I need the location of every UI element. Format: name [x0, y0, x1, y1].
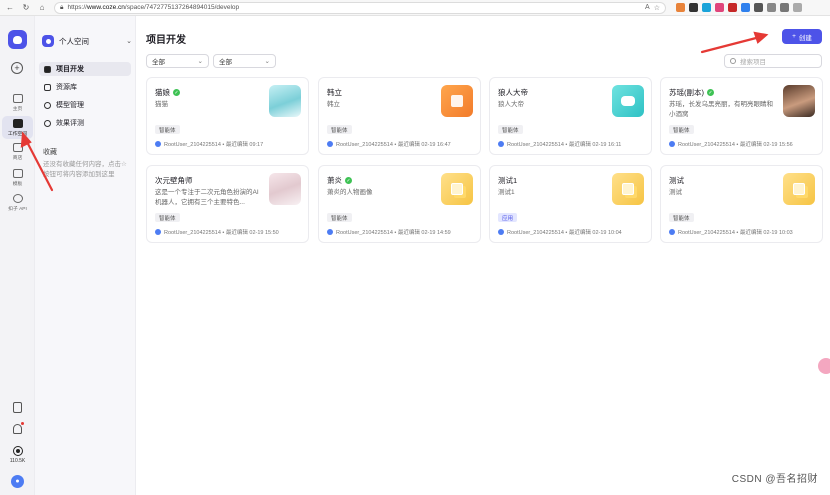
watermark-text: CSDN @吾名招财	[731, 474, 818, 485]
arrow-to-create-button	[700, 35, 762, 54]
arrow-head	[753, 31, 769, 44]
annotation-arrows	[20, 31, 769, 192]
arrow-to-workspace	[24, 138, 54, 192]
floating-assistant-button[interactable]	[818, 358, 830, 374]
